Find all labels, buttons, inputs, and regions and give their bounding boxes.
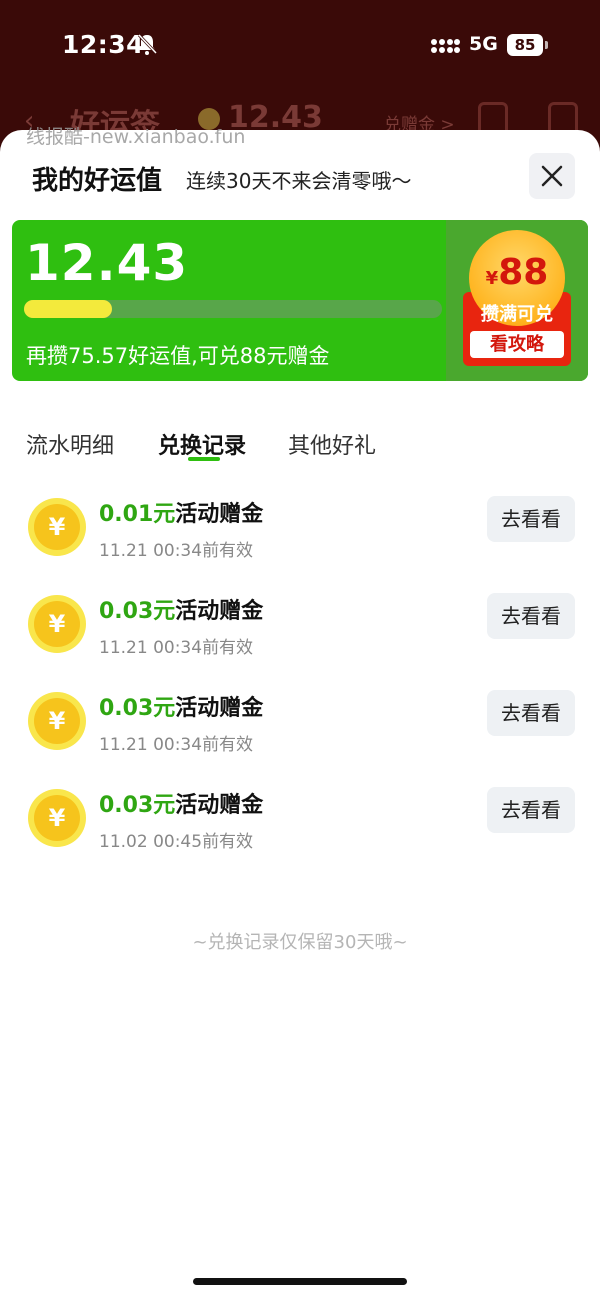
- close-button[interactable]: [529, 153, 575, 199]
- luck-card: 12.43 再攒75.57好运值,可兑88元赠金 ¥88 攒满可兑 看攻略: [12, 220, 588, 381]
- tab-exchange-records[interactable]: 兑换记录: [158, 428, 246, 460]
- record-title: 0.03元活动赠金: [99, 690, 263, 722]
- network-label: 5G: [469, 33, 498, 55]
- view-record-button[interactable]: 去看看: [487, 496, 575, 542]
- active-tab-indicator: [188, 457, 220, 461]
- bell-muted-icon: [137, 33, 158, 55]
- coin-yen-glyph: ¥: [34, 795, 80, 841]
- luck-value-sheet: 线报酷-new.xianbao.fun 我的好运值 连续30天不来会清零哦～ 1…: [0, 126, 600, 1300]
- sheet-subtitle: 连续30天不来会清零哦～: [186, 169, 412, 193]
- record-amount: 0.03元: [99, 599, 176, 624]
- record-expiry: 11.21 00:34前有效: [99, 638, 254, 658]
- watermark: 线报酷-new.xianbao.fun: [26, 126, 246, 148]
- status-time: 12:34: [62, 30, 145, 59]
- coin-yen-glyph: ¥: [34, 601, 80, 647]
- record-item: ¥ 0.03元活动赠金 11.21 00:34前有效 去看看: [0, 690, 600, 770]
- record-type: 活动赠金: [175, 502, 264, 527]
- sheet-title: 我的好运值: [32, 166, 163, 196]
- status-bar: 12:34 5G 85: [0, 0, 600, 90]
- record-item: ¥ 0.03元活动赠金 11.21 00:34前有效 去看看: [0, 593, 600, 673]
- battery-icon: 85: [507, 34, 543, 56]
- progress-bar: [24, 300, 442, 318]
- view-record-button[interactable]: 去看看: [487, 690, 575, 736]
- retention-note: ~兑换记录仅保留30天哦~: [192, 932, 408, 953]
- luck-value: 12.43: [25, 234, 189, 292]
- close-icon: [541, 165, 563, 187]
- signal-icon: [431, 39, 460, 53]
- coin-icon: ¥: [28, 789, 86, 847]
- tab-flow-detail[interactable]: 流水明细: [26, 428, 114, 460]
- view-guide-button[interactable]: 看攻略: [470, 331, 564, 358]
- coin-yen-glyph: ¥: [34, 698, 80, 744]
- record-type: 活动赠金: [175, 696, 264, 721]
- progress-description: 再攒75.57好运值,可兑88元赠金: [26, 344, 330, 368]
- view-record-button[interactable]: 去看看: [487, 787, 575, 833]
- record-amount: 0.03元: [99, 793, 176, 818]
- progress-fill: [24, 300, 112, 318]
- record-expiry: 11.02 00:45前有效: [99, 832, 254, 852]
- record-title: 0.03元活动赠金: [99, 593, 263, 625]
- record-item: ¥ 0.01元活动赠金 11.21 00:34前有效 去看看: [0, 496, 600, 576]
- coin-yen-glyph: ¥: [34, 504, 80, 550]
- badge-label: 攒满可兑: [481, 304, 553, 325]
- record-expiry: 11.21 00:34前有效: [99, 541, 254, 561]
- view-record-button[interactable]: 去看看: [487, 593, 575, 639]
- home-indicator[interactable]: [193, 1278, 407, 1285]
- coin-icon: ¥: [28, 498, 86, 556]
- record-title: 0.01元活动赠金: [99, 496, 263, 528]
- badge-amount-value: 88: [498, 252, 549, 293]
- record-item: ¥ 0.03元活动赠金 11.02 00:45前有效 去看看: [0, 787, 600, 867]
- battery-tip: [545, 41, 548, 49]
- coin-icon: ¥: [28, 595, 86, 653]
- record-type: 活动赠金: [175, 793, 264, 818]
- reward-badge[interactable]: ¥88 攒满可兑 看攻略: [463, 230, 571, 367]
- coin-icon: ¥: [28, 692, 86, 750]
- badge-amount: ¥88: [463, 252, 571, 293]
- record-amount: 0.03元: [99, 696, 176, 721]
- record-type: 活动赠金: [175, 599, 264, 624]
- record-expiry: 11.21 00:34前有效: [99, 735, 254, 755]
- tab-other-gifts[interactable]: 其他好礼: [288, 428, 376, 460]
- record-amount: 0.01元: [99, 502, 176, 527]
- badge-currency: ¥: [485, 268, 499, 289]
- record-title: 0.03元活动赠金: [99, 787, 263, 819]
